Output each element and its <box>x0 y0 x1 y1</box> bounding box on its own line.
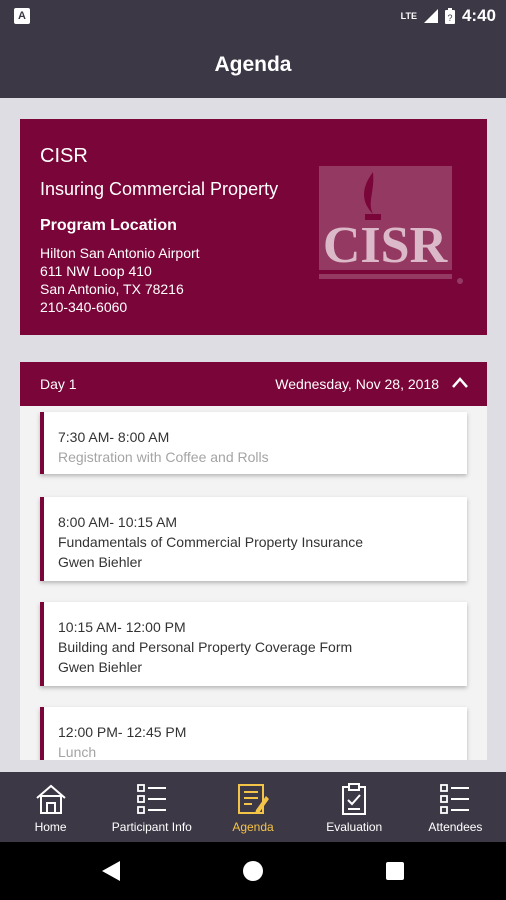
nav-evaluation-label: Evaluation <box>326 820 383 834</box>
home-circle-icon[interactable] <box>242 860 264 882</box>
signal-icon <box>423 9 438 23</box>
page-title: Agenda <box>214 53 292 76</box>
chevron-up-icon[interactable] <box>451 376 469 390</box>
city-state-zip: San Antonio, TX 78216 <box>40 281 184 297</box>
session-title: Building and Personal Property Coverage … <box>58 639 353 655</box>
day-date: Wednesday, Nov 28, 2018 <box>275 376 439 392</box>
battery-icon: ? <box>444 8 455 24</box>
clock: 4:40 <box>461 6 496 25</box>
day-panel: Day 1 Wednesday, Nov 28, 2018 7:30 AM- 8… <box>20 362 487 760</box>
app-bar: Agenda <box>0 32 506 98</box>
system-nav-bar <box>0 842 506 900</box>
course-title: Insuring Commercial Property <box>40 179 279 199</box>
list-checkbox-icon <box>136 784 166 814</box>
location-title: Program Location <box>40 217 177 234</box>
home-icon <box>35 784 66 814</box>
session-speaker: Gwen Biehler <box>58 554 143 570</box>
program-card: CISR Insuring Commercial Property Progra… <box>20 119 487 335</box>
venue-name: Hilton San Antonio Airport <box>40 245 200 261</box>
nav-attendees[interactable]: Attendees <box>405 772 506 842</box>
session-time: 7:30 AM- 8:00 AM <box>58 429 170 445</box>
phone-number: 210-340-6060 <box>40 299 128 315</box>
session-time: 8:00 AM- 10:15 AM <box>58 514 178 530</box>
agenda-edit-icon <box>238 784 269 814</box>
nav-home-label: Home <box>34 820 67 834</box>
session-title: Lunch <box>58 744 97 760</box>
session-title: Fundamentals of Commercial Property Insu… <box>58 534 364 550</box>
session-time: 10:15 AM- 12:00 PM <box>58 619 186 635</box>
day-label: Day 1 <box>40 376 77 392</box>
nav-participant-info[interactable]: Participant Info <box>101 772 202 842</box>
svg-text:?: ? <box>447 13 452 23</box>
bottom-nav: Home Participant Info Agenda Evaluation … <box>0 772 506 842</box>
list-checkbox-icon <box>440 784 470 814</box>
nav-evaluation[interactable]: Evaluation <box>304 772 405 842</box>
session-card[interactable]: 10:15 AM- 12:00 PM Building and Personal… <box>40 602 467 686</box>
status-bar: A LTE ? 4:40 <box>0 0 506 32</box>
nav-agenda-label: Agenda <box>232 820 274 834</box>
nav-home[interactable]: Home <box>0 772 101 842</box>
session-speaker: Gwen Biehler <box>58 659 143 675</box>
org-name: CISR <box>40 145 88 167</box>
session-time: 12:00 PM- 12:45 PM <box>58 724 187 740</box>
back-icon[interactable] <box>100 860 122 882</box>
day-header[interactable]: Day 1 Wednesday, Nov 28, 2018 <box>20 362 487 406</box>
logo-text: CISR <box>323 217 449 274</box>
nav-attendees-label: Attendees <box>428 820 483 834</box>
session-card[interactable]: 7:30 AM- 8:00 AM Registration with Coffe… <box>40 412 467 474</box>
session-card[interactable]: 12:00 PM- 12:45 PM Lunch <box>40 707 467 760</box>
session-card[interactable]: 8:00 AM- 10:15 AM Fundamentals of Commer… <box>40 497 467 581</box>
app-notification-icon: A <box>14 8 30 24</box>
nav-agenda[interactable]: Agenda <box>202 772 303 842</box>
recents-icon[interactable] <box>386 862 404 880</box>
nav-participant-label: Participant Info <box>111 820 192 834</box>
clipboard-check-icon <box>342 783 367 815</box>
network-type: LTE <box>400 11 417 21</box>
session-title: Registration with Coffee and Rolls <box>58 449 269 465</box>
cisr-logo: CISR <box>319 166 463 284</box>
street-address: 611 NW Loop 410 <box>40 263 152 279</box>
